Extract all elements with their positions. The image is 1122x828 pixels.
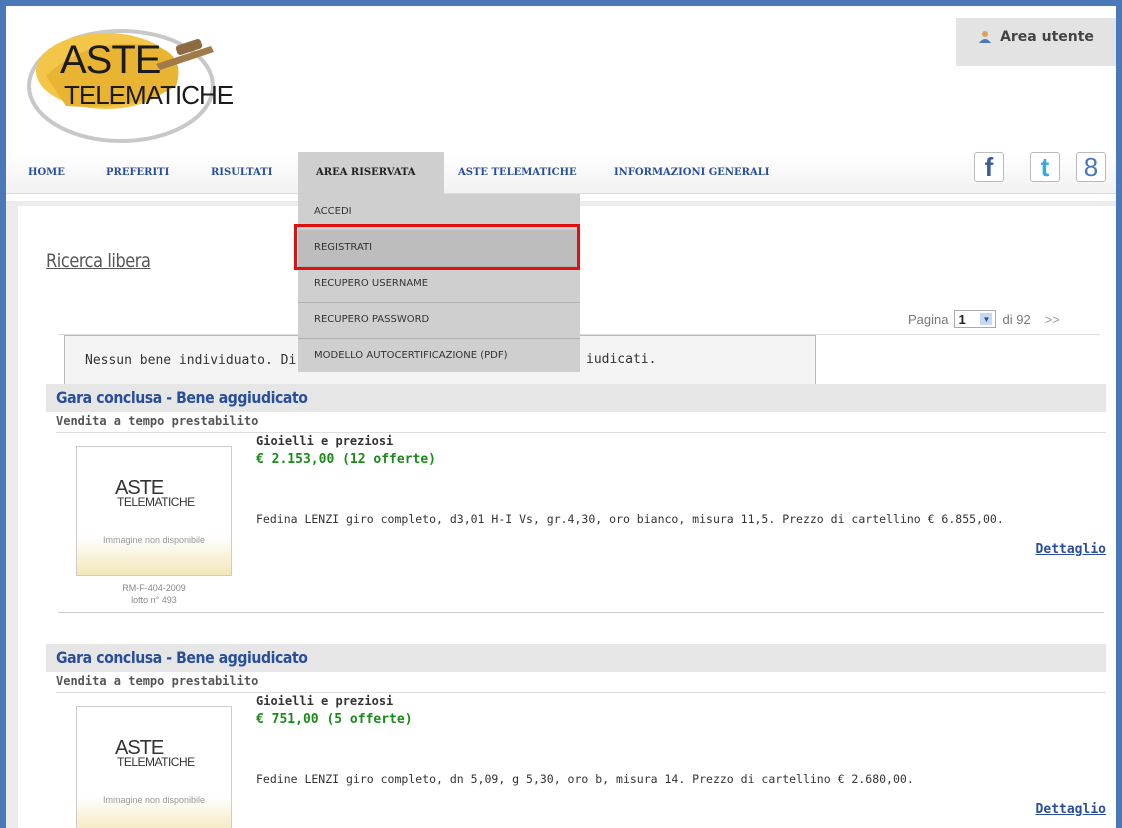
nav-aste-telematiche[interactable]: ASTE TELEMATICHE xyxy=(458,152,577,194)
lot-number: lotto n° 493 xyxy=(131,595,177,605)
lot-status-header: Gara conclusa - Bene aggiudicato xyxy=(46,644,1106,672)
user-icon xyxy=(979,31,992,43)
lot-image[interactable]: ASTE TELEMATICHE Immagine non disponibil… xyxy=(76,446,232,576)
pagination: Pagina 1 ▼ di 92 >> xyxy=(908,310,1060,328)
lot-detail-link[interactable]: Dettaglio xyxy=(1036,802,1106,817)
site-logo[interactable]: ASTE TELEMATICHE xyxy=(26,16,236,146)
lot-status: Gara conclusa - Bene aggiudicato xyxy=(56,388,308,407)
divider xyxy=(58,612,1104,613)
page-select[interactable]: 1 ▼ xyxy=(954,310,997,328)
menu-item-modello-autocertificazione[interactable]: MODELLO AUTOCERTIFICAZIONE (PDF) xyxy=(298,338,580,374)
divider xyxy=(56,432,1106,433)
lot-sale-type: Vendita a tempo prestabilito xyxy=(56,414,259,428)
nav-preferiti[interactable]: PREFERITI xyxy=(106,152,169,194)
main-navigation: HOME PREFERITI RISULTATI AREA RISERVATA … xyxy=(6,152,1116,194)
image-unavailable-note: Immagine non disponibile xyxy=(102,795,206,805)
lot-description: Fedina LENZI giro completo, d3,01 H-I Vs… xyxy=(256,512,1004,526)
lot-status: Gara conclusa - Bene aggiudicato xyxy=(56,648,308,667)
user-area-label: Area utente xyxy=(1000,29,1094,45)
lot-card: Gara conclusa - Bene aggiudicato Vendita… xyxy=(46,644,1106,828)
menu-item-recupero-username[interactable]: RECUPERO USERNAME xyxy=(298,266,580,302)
lot-category: Gioielli e preziosi xyxy=(256,434,394,448)
google-icon[interactable]: 8 xyxy=(1076,152,1106,182)
lot-price: € 2.153,00 (12 offerte) xyxy=(256,452,437,467)
notice-text-start: Nessun bene individuato. Di s xyxy=(85,353,312,368)
page-select-value: 1 xyxy=(958,311,966,327)
lot-description: Fedine LENZI giro completo, dn 5,09, g 5… xyxy=(256,772,914,786)
logo-text-telematiche: TELEMATICHE xyxy=(64,80,234,110)
thumb-logo-telematiche: TELEMATICHE xyxy=(117,495,195,509)
twitter-glyph: t xyxy=(1040,151,1050,182)
pagination-prefix: Pagina xyxy=(908,311,949,327)
pagination-total: di 92 xyxy=(1002,311,1031,327)
lot-image[interactable]: ASTE TELEMATICHE Immagine non disponibil… xyxy=(76,706,232,828)
page-title[interactable]: Ricerca libera xyxy=(46,250,151,272)
area-riservata-dropdown: ACCEDI REGISTRATI RECUPERO USERNAME RECU… xyxy=(298,194,580,372)
lot-status-header: Gara conclusa - Bene aggiudicato xyxy=(46,384,1106,412)
nav-informazioni-generali[interactable]: INFORMAZIONI GENERALI xyxy=(614,152,769,194)
nav-risultati[interactable]: RISULTATI xyxy=(211,152,272,194)
nav-home[interactable]: HOME xyxy=(28,152,65,194)
image-unavailable-note: Immagine non disponibile xyxy=(102,535,206,545)
thumb-logo-telematiche: TELEMATICHE xyxy=(117,755,195,769)
lot-sale-type: Vendita a tempo prestabilito xyxy=(56,674,259,688)
lot-price: € 751,00 (5 offerte) xyxy=(256,712,413,727)
facebook-icon[interactable]: f xyxy=(974,152,1004,182)
lot-card: Gara conclusa - Bene aggiudicato Vendita… xyxy=(46,384,1106,644)
highlight-box xyxy=(294,224,580,270)
divider xyxy=(56,692,1106,693)
chevron-down-icon: ▼ xyxy=(980,313,993,325)
google-glyph: 8 xyxy=(1083,151,1099,182)
notice-text-end: iudicati. xyxy=(586,352,657,367)
user-area-button[interactable]: Area utente xyxy=(956,18,1116,66)
nav-area-riservata[interactable]: AREA RISERVATA xyxy=(298,152,444,194)
lot-category: Gioielli e preziosi xyxy=(256,694,394,708)
facebook-glyph: f xyxy=(984,151,994,182)
lot-ref: RM-F-404-2009 xyxy=(122,583,186,593)
twitter-icon[interactable]: t xyxy=(1030,152,1060,182)
menu-item-recupero-password[interactable]: RECUPERO PASSWORD xyxy=(298,302,580,338)
lot-detail-link[interactable]: Dettaglio xyxy=(1036,542,1106,557)
browser-frame: ASTE TELEMATICHE Area utente HOME PREFER… xyxy=(0,0,1122,828)
logo-text-aste: ASTE xyxy=(60,38,161,82)
pagination-next-link[interactable]: >> xyxy=(1045,312,1060,327)
